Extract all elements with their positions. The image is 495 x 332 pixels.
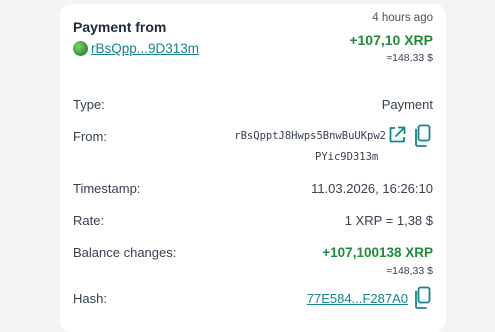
- type-label: Type:: [73, 97, 105, 112]
- balance-changes-label: Balance changes:: [73, 245, 177, 260]
- transaction-card: Payment from rBsQpp...9D313m 4 hours ago…: [60, 4, 446, 332]
- rate-value: 1 XRP = 1,38 $: [344, 213, 433, 228]
- type-value: Payment: [381, 97, 433, 112]
- amount-fiat: ≈148,33 $: [386, 52, 433, 64]
- globe-avatar-icon: [73, 41, 88, 56]
- sender-address-link[interactable]: rBsQpp...9D313m: [91, 41, 199, 56]
- timestamp-label: Timestamp:: [73, 181, 141, 196]
- hash-label: Hash:: [73, 291, 107, 306]
- copy-hash-icon[interactable]: [413, 286, 431, 310]
- amount: +107,10 XRP: [349, 32, 433, 48]
- from-address-line-2: PYic9D313m: [315, 151, 379, 163]
- balance-change-value: +107,100138 XRP: [322, 245, 433, 260]
- from-label: From:: [73, 129, 107, 144]
- external-link-icon[interactable]: [387, 125, 407, 145]
- hash-link[interactable]: 77E584...F287A0: [307, 291, 408, 306]
- card-title: Payment from: [73, 19, 167, 35]
- rate-label: Rate:: [73, 213, 105, 228]
- balance-change-fiat: ≈148,33 $: [386, 265, 433, 277]
- timestamp-value: 11.03.2026, 16:26:10: [311, 181, 433, 196]
- copy-from-icon[interactable]: [413, 124, 431, 148]
- time-ago: 4 hours ago: [372, 12, 433, 24]
- from-address-line-1: rBsQpptJ8Hwps5BnwBuUKpw2: [234, 130, 386, 142]
